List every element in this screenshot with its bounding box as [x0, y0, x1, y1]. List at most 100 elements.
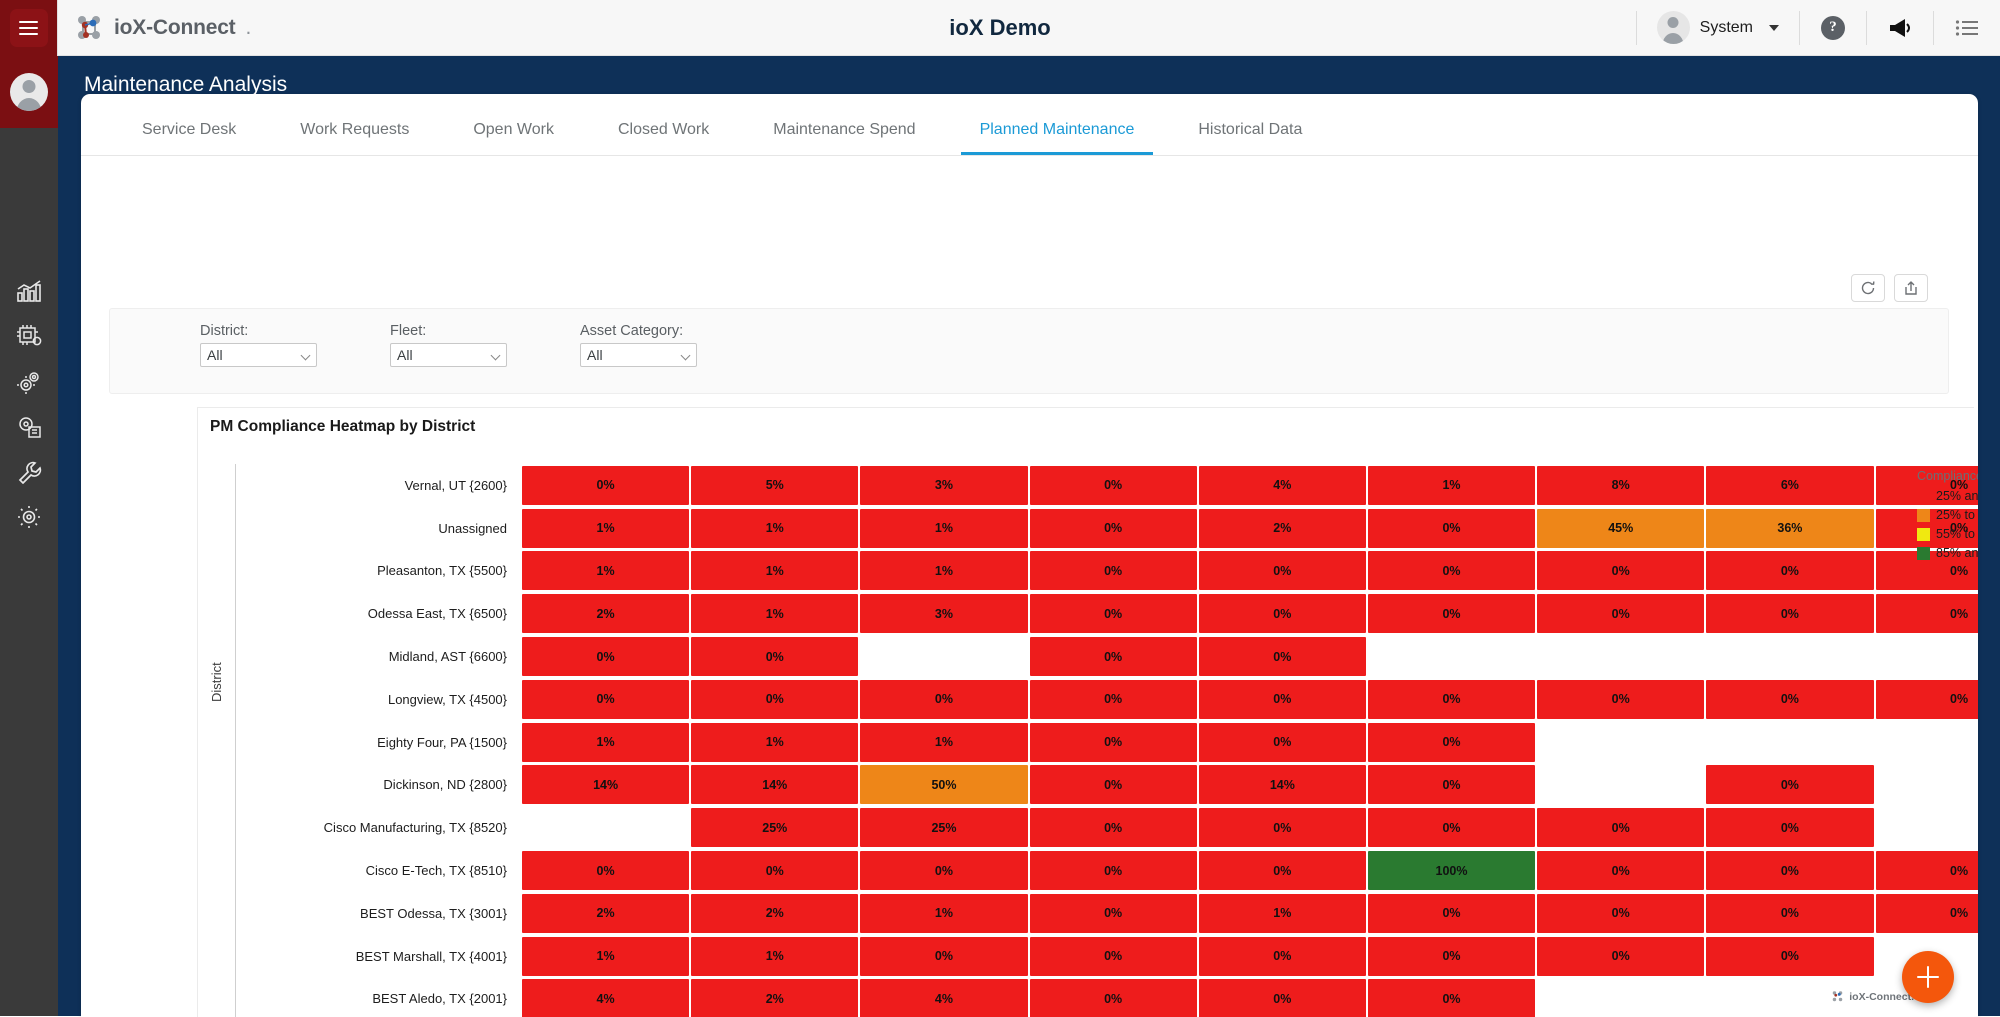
heatmap-cell[interactable]: 0%	[522, 851, 690, 891]
heatmap-cell[interactable]: 0%	[1029, 893, 1197, 933]
heatmap-cell[interactable]: 0%	[1029, 465, 1197, 505]
heatmap-cell[interactable]: 1%	[691, 594, 859, 634]
heatmap-cell[interactable]: 5%	[691, 465, 859, 505]
heatmap-cell[interactable]: 0%	[1367, 808, 1536, 848]
heatmap-cell[interactable]: 1%	[691, 936, 859, 976]
heatmap-cell[interactable]: 36%	[1706, 508, 1874, 548]
legend-item[interactable]: 55% to 85%	[1917, 527, 1978, 541]
heatmap-cell[interactable]: 0%	[1029, 722, 1197, 762]
heatmap-cell[interactable]: 0%	[1537, 551, 1705, 591]
heatmap-cell[interactable]: 1%	[860, 893, 1028, 933]
heatmap-cell[interactable]: 1%	[522, 508, 690, 548]
heatmap-cell[interactable]: 0%	[1029, 508, 1197, 548]
heatmap-cell[interactable]: 1%	[1367, 465, 1536, 505]
menu-toggle-zone[interactable]	[0, 0, 58, 56]
heatmap-cell[interactable]: 1%	[522, 722, 690, 762]
help-button[interactable]: ?	[1800, 0, 1866, 56]
heatmap-cell[interactable]: 0%	[1875, 679, 1978, 719]
heatmap-cell[interactable]: 0%	[1706, 893, 1874, 933]
heatmap-cell[interactable]: 0%	[1537, 808, 1705, 848]
announcements-button[interactable]	[1867, 0, 1933, 56]
heatmap-cell[interactable]: 0%	[1029, 851, 1197, 891]
heatmap-cell[interactable]: 14%	[522, 765, 690, 805]
heatmap-cell[interactable]: 0%	[1367, 936, 1536, 976]
heatmap-cell[interactable]: 2%	[522, 893, 690, 933]
heatmap-cell[interactable]: 0%	[1367, 551, 1536, 591]
heatmap-cell[interactable]: 6%	[1706, 465, 1874, 505]
heatmap-cell[interactable]: 0%	[1706, 851, 1874, 891]
heatmap-cell[interactable]: 0%	[1029, 637, 1197, 677]
legend-item[interactable]: 25% to 55%	[1917, 508, 1978, 522]
heatmap-cell[interactable]: 0%	[691, 637, 859, 677]
heatmap-cell[interactable]: 0%	[1198, 722, 1366, 762]
legend-item[interactable]: 85% and above	[1917, 546, 1978, 560]
heatmap-cell[interactable]: 0%	[1198, 851, 1366, 891]
heatmap-cell[interactable]: 0%	[1537, 936, 1705, 976]
add-button[interactable]	[1902, 951, 1954, 1003]
heatmap-cell[interactable]: 3%	[860, 465, 1028, 505]
sidebar-item-reports[interactable]	[7, 411, 51, 443]
heatmap-cell[interactable]: 0%	[1875, 594, 1978, 634]
heatmap-cell[interactable]: 0%	[1367, 594, 1536, 634]
heatmap-cell[interactable]: 0%	[860, 851, 1028, 891]
heatmap-cell[interactable]: 0%	[1029, 679, 1197, 719]
sidebar-item-settings[interactable]	[7, 501, 51, 533]
heatmap-cell[interactable]: 0%	[1706, 765, 1874, 805]
heatmap-cell[interactable]: 0%	[1198, 936, 1366, 976]
heatmap-cell[interactable]: 0%	[1367, 979, 1536, 1017]
heatmap-cell[interactable]: 0%	[860, 936, 1028, 976]
heatmap-cell[interactable]: 0%	[522, 679, 690, 719]
heatmap-cell[interactable]: 0%	[522, 637, 690, 677]
heatmap-cell[interactable]: 100%	[1367, 851, 1536, 891]
heatmap-cell[interactable]: 1%	[522, 551, 690, 591]
heatmap-cell[interactable]: 0%	[1706, 679, 1874, 719]
heatmap-cell[interactable]: 0%	[1029, 808, 1197, 848]
heatmap-cell[interactable]: 0%	[1029, 765, 1197, 805]
filter-select[interactable]: All	[390, 343, 507, 367]
heatmap-cell[interactable]: 0%	[1537, 851, 1705, 891]
tab-closed-work[interactable]: Closed Work	[599, 121, 728, 155]
rail-profile[interactable]	[0, 56, 58, 128]
heatmap-cell[interactable]: 4%	[860, 979, 1028, 1017]
heatmap-cell[interactable]: 4%	[1198, 465, 1366, 505]
heatmap-cell[interactable]: 0%	[691, 851, 859, 891]
heatmap-cell[interactable]: 2%	[1198, 508, 1366, 548]
heatmap-cell[interactable]: 1%	[860, 551, 1028, 591]
heatmap-cell[interactable]: 0%	[1367, 765, 1536, 805]
sidebar-item-maintenance[interactable]	[7, 456, 51, 488]
hamburger-icon[interactable]	[9, 8, 48, 47]
heatmap-cell[interactable]: 0%	[1367, 508, 1536, 548]
heatmap-cell[interactable]: 1%	[860, 722, 1028, 762]
export-button[interactable]	[1894, 274, 1928, 302]
heatmap-cell[interactable]: 4%	[522, 979, 690, 1017]
heatmap-cell[interactable]: 8%	[1537, 465, 1705, 505]
heatmap-cell[interactable]: 0%	[1537, 594, 1705, 634]
heatmap-cell[interactable]: 14%	[691, 765, 859, 805]
heatmap-cell[interactable]: 0%	[1198, 551, 1366, 591]
tab-open-work[interactable]: Open Work	[454, 121, 573, 155]
heatmap-cell[interactable]: 1%	[691, 722, 859, 762]
heatmap-cell[interactable]: 0%	[1029, 551, 1197, 591]
heatmap-cell[interactable]: 0%	[860, 679, 1028, 719]
list-menu-button[interactable]	[1934, 0, 2000, 56]
heatmap-cell[interactable]: 0%	[1029, 979, 1197, 1017]
refresh-button[interactable]	[1851, 274, 1885, 302]
legend-item[interactable]: 25% and below	[1917, 489, 1978, 503]
heatmap-cell[interactable]: 0%	[1198, 808, 1366, 848]
filter-select[interactable]: All	[200, 343, 317, 367]
sidebar-item-devices[interactable]	[7, 321, 51, 353]
heatmap-cell[interactable]: 25%	[860, 808, 1028, 848]
heatmap-cell[interactable]: 0%	[1706, 936, 1874, 976]
heatmap-cell[interactable]: 25%	[691, 808, 859, 848]
heatmap-cell[interactable]: 0%	[1706, 551, 1874, 591]
heatmap-cell[interactable]: 0%	[1367, 893, 1536, 933]
heatmap-cell[interactable]: 0%	[1706, 594, 1874, 634]
heatmap-cell[interactable]: 45%	[1537, 508, 1705, 548]
tab-historical-data[interactable]: Historical Data	[1179, 121, 1321, 155]
heatmap-cell[interactable]: 0%	[1029, 936, 1197, 976]
heatmap-cell[interactable]: 2%	[691, 979, 859, 1017]
tab-maintenance-spend[interactable]: Maintenance Spend	[754, 121, 934, 155]
heatmap-cell[interactable]: 0%	[1875, 851, 1978, 891]
heatmap-cell[interactable]: 0%	[1198, 979, 1366, 1017]
tab-service-desk[interactable]: Service Desk	[123, 121, 255, 155]
